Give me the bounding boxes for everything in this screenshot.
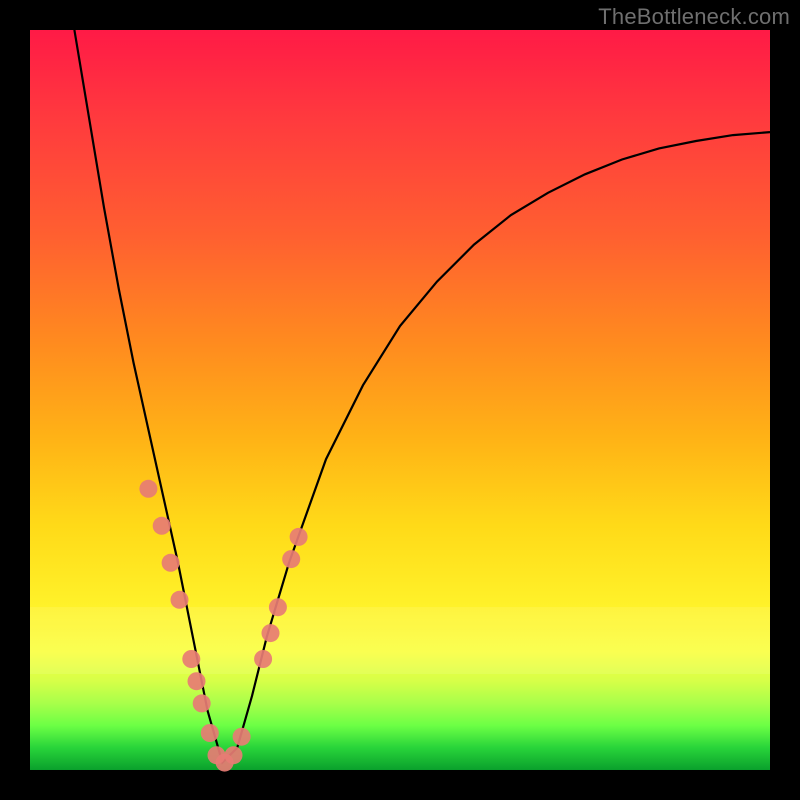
bottleneck-chart [30,30,770,770]
marker-dot [162,554,180,572]
marker-dot [139,480,157,498]
marker-dot [188,672,206,690]
marker-dot [233,728,251,746]
outer-frame: TheBottleneck.com [0,0,800,800]
marker-dot [262,624,280,642]
marker-dot [225,746,243,764]
marker-dot [171,591,189,609]
watermark-text: TheBottleneck.com [598,4,790,30]
marker-dot [182,650,200,668]
marker-dot [193,694,211,712]
marker-dot [290,528,308,546]
curve-group [74,30,770,763]
marker-dot [201,724,219,742]
marker-dot [282,550,300,568]
marker-dot [254,650,272,668]
marker-dots-group [139,480,307,772]
marker-dot [153,517,171,535]
marker-dot [269,598,287,616]
bottleneck-curve [74,30,770,763]
plot-area [30,30,770,770]
